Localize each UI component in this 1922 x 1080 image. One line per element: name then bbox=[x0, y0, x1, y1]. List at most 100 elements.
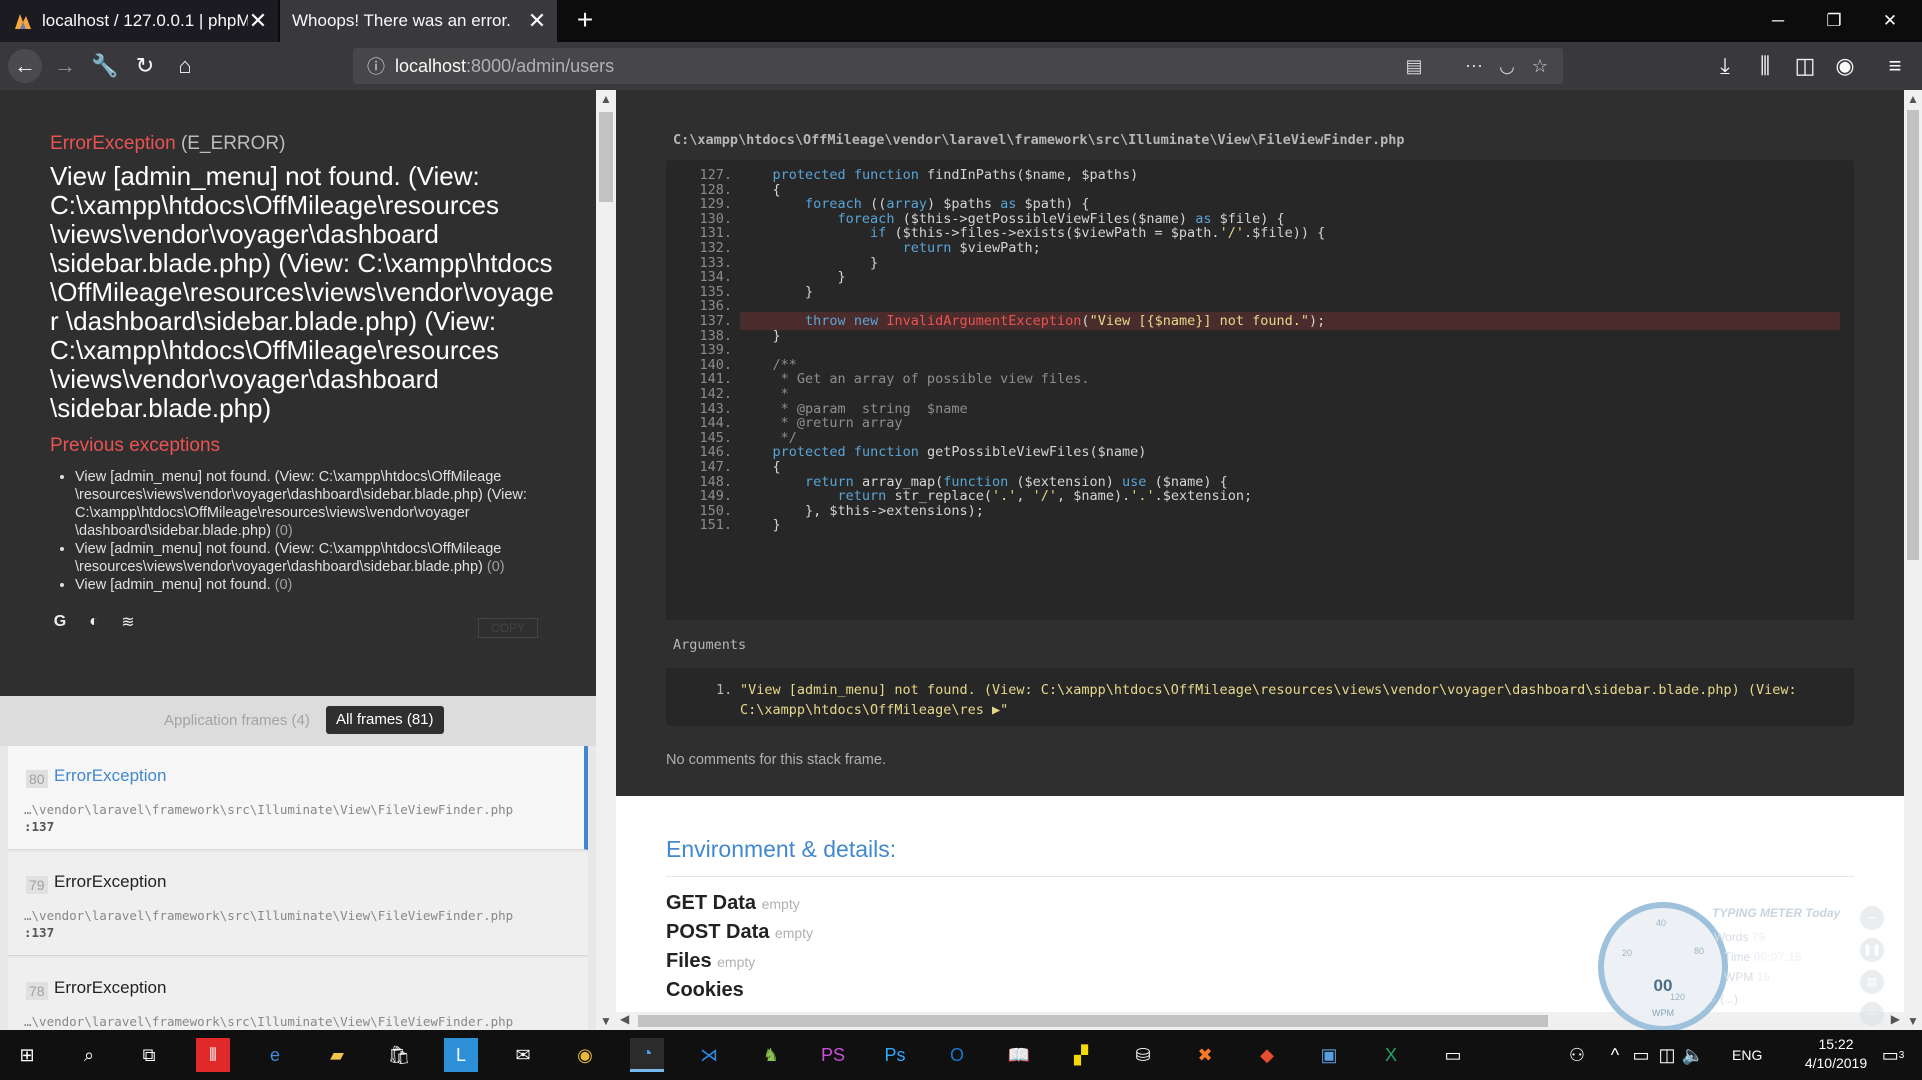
scroll-up-icon[interactable]: ▲ bbox=[1904, 92, 1922, 106]
volume-icon[interactable]: 🔈 bbox=[1682, 1038, 1704, 1072]
store-icon[interactable]: 🛍 bbox=[382, 1038, 416, 1072]
more-icon[interactable]: ⋯ bbox=[1860, 1002, 1884, 1026]
frame-file-path: C:\xampp\htdocs\OffMileage\vendor\larave… bbox=[673, 132, 1405, 148]
control-panel-icon[interactable]: ▣ bbox=[1312, 1038, 1346, 1072]
scroll-thumb[interactable] bbox=[1907, 110, 1919, 560]
stackoverflow-search-icon[interactable]: ≋ bbox=[118, 612, 138, 632]
reload-icon[interactable]: ↻ bbox=[128, 49, 162, 83]
left-scrollbar[interactable]: ▲ ▼ bbox=[596, 90, 616, 1030]
page-actions-icon[interactable]: ⋯ bbox=[1463, 55, 1485, 77]
library-icon[interactable]: ⫼ bbox=[1748, 49, 1782, 83]
clock[interactable]: 15:22 4/10/2019 bbox=[1798, 1035, 1874, 1073]
minimize-widget-icon[interactable]: ─ bbox=[1860, 906, 1884, 930]
google-search-icon[interactable]: G bbox=[50, 612, 70, 632]
argument-number: 1. bbox=[716, 682, 733, 698]
scroll-up-icon[interactable]: ▲ bbox=[596, 92, 616, 106]
typing-search[interactable]: ⌕ (...) bbox=[1710, 992, 1738, 1007]
bookmark-star-icon[interactable]: ☆ bbox=[1529, 55, 1551, 77]
terminal-icon[interactable]: ▭ bbox=[1436, 1038, 1470, 1072]
stack-frames-list: 80 ErrorException …\vendor\laravel\frame… bbox=[0, 746, 596, 1030]
wrench-icon[interactable]: 🔧 bbox=[88, 49, 122, 83]
window-close-icon[interactable]: ✕ bbox=[1862, 0, 1918, 42]
pause-icon[interactable]: ❚❚ bbox=[1860, 938, 1884, 962]
tray-chevron-icon[interactable]: ^ bbox=[1604, 1038, 1626, 1072]
l-app-icon[interactable]: L bbox=[444, 1038, 478, 1072]
all-frames-tab[interactable]: All frames (81) bbox=[326, 706, 444, 734]
arguments-box: 1. "View [admin_menu] not found. (View: … bbox=[666, 668, 1854, 726]
scroll-down-icon[interactable]: ▼ bbox=[1904, 1014, 1922, 1028]
back-icon[interactable]: ← bbox=[8, 49, 42, 83]
sticky-notes-icon[interactable]: ▞ bbox=[1064, 1038, 1098, 1072]
frame-class: ErrorException bbox=[54, 872, 167, 891]
app-icon[interactable]: ⦀ bbox=[196, 1038, 230, 1072]
frame-line: :137 bbox=[24, 819, 55, 834]
frame-path: …\vendor\laravel\framework\src\Illuminat… bbox=[24, 908, 514, 923]
xampp-icon[interactable]: ✖ bbox=[1188, 1038, 1222, 1072]
account-icon[interactable]: ◉ bbox=[1828, 49, 1862, 83]
scroll-thumb[interactable] bbox=[638, 1015, 1548, 1027]
duckduckgo-search-icon[interactable]: ◐ bbox=[84, 612, 104, 632]
restore-icon[interactable]: ❐ bbox=[1806, 0, 1862, 42]
scroll-down-icon[interactable]: ▼ bbox=[596, 1014, 616, 1028]
storage-icon[interactable]: ⛁ bbox=[1126, 1038, 1160, 1072]
start-icon[interactable]: ⊞ bbox=[10, 1038, 44, 1072]
new-tab-icon[interactable]: + bbox=[570, 6, 600, 36]
info-icon[interactable]: ⓘ bbox=[365, 55, 387, 77]
reader-view-icon[interactable]: ▤ bbox=[1403, 55, 1425, 77]
firefox-icon[interactable]: ◔ bbox=[630, 1038, 664, 1072]
stats-icon[interactable]: ▥ bbox=[1860, 970, 1884, 994]
typing-meter-widget: 20 40 80 120 00 WPM TYPING METER Today W… bbox=[1598, 902, 1890, 1032]
home-icon[interactable]: ⌂ bbox=[168, 49, 202, 83]
outlook-icon[interactable]: O bbox=[940, 1038, 974, 1072]
scroll-left-icon[interactable]: ◀ bbox=[620, 1012, 629, 1026]
pocket-icon[interactable]: ◡ bbox=[1496, 55, 1518, 77]
frame-number: 79 bbox=[26, 876, 48, 894]
close-tab-icon[interactable]: ✕ bbox=[527, 8, 547, 34]
task-view-icon[interactable]: ⧉ bbox=[132, 1038, 166, 1072]
url-text: localhost:8000/admin/users bbox=[395, 56, 615, 76]
downloads-icon[interactable]: ⤓ bbox=[1708, 49, 1742, 83]
frame-line: :137 bbox=[24, 925, 55, 940]
close-tab-icon[interactable]: ✕ bbox=[248, 8, 268, 34]
exception-summary: ErrorException (E_ERROR) View [admin_men… bbox=[0, 90, 596, 696]
vscode-icon[interactable]: ⋊ bbox=[692, 1038, 726, 1072]
sidebar-icon[interactable]: ◫ bbox=[1788, 49, 1822, 83]
people-icon[interactable]: ⚇ bbox=[1560, 1038, 1594, 1072]
stack-frame[interactable]: 78 ErrorException …\vendor\laravel\frame… bbox=[8, 958, 588, 1030]
tab-whoops[interactable]: Whoops! There was an error. ✕ bbox=[280, 0, 557, 42]
typing-meter-title: TYPING METER Today bbox=[1712, 906, 1841, 920]
stack-frame[interactable]: 80 ErrorException …\vendor\laravel\frame… bbox=[8, 746, 588, 850]
battery-icon[interactable]: ▭ bbox=[1630, 1038, 1652, 1072]
application-frames-tab[interactable]: Application frames (4) bbox=[164, 712, 310, 729]
tab-strip: localhost / 127.0.0.1 | phpMyAd ✕ Whoops… bbox=[0, 0, 1922, 42]
photoshop-icon[interactable]: Ps bbox=[878, 1038, 912, 1072]
search-icon[interactable]: ⌕ bbox=[72, 1038, 106, 1072]
scroll-thumb[interactable] bbox=[599, 112, 613, 202]
address-bar[interactable]: ⓘ localhost:8000/admin/users ▤ ⋯ ◡ ☆ bbox=[353, 48, 1563, 84]
frame-class: ErrorException bbox=[54, 978, 167, 997]
android-icon[interactable]: ♞ bbox=[754, 1038, 788, 1072]
stack-frame[interactable]: 79 ErrorException …\vendor\laravel\frame… bbox=[8, 852, 588, 956]
excel-icon[interactable]: X bbox=[1374, 1038, 1408, 1072]
file-explorer-icon[interactable]: ▰ bbox=[320, 1038, 354, 1072]
language-indicator[interactable]: ENG bbox=[1732, 1030, 1762, 1080]
chrome-icon[interactable]: ◉ bbox=[568, 1038, 602, 1072]
edge-icon[interactable]: e bbox=[258, 1038, 292, 1072]
frame-number: 80 bbox=[26, 770, 48, 788]
right-scrollbar[interactable]: ▲ ▼ bbox=[1904, 90, 1922, 1030]
notifications-icon[interactable]: ▭ 3 bbox=[1876, 1038, 1910, 1072]
minimize-icon[interactable]: ─ bbox=[1750, 0, 1806, 42]
mail-icon[interactable]: ✉ bbox=[506, 1038, 540, 1072]
network-icon[interactable]: ◫ bbox=[1656, 1038, 1678, 1072]
code-view: C:\xampp\htdocs\OffMileage\vendor\larave… bbox=[616, 90, 1904, 796]
phpstorm-icon[interactable]: PS bbox=[816, 1038, 850, 1072]
forward-icon[interactable]: → bbox=[48, 49, 82, 83]
git-icon[interactable]: ◆ bbox=[1250, 1038, 1284, 1072]
tab-phpmyadmin[interactable]: localhost / 127.0.0.1 | phpMyAd ✕ bbox=[0, 0, 278, 42]
copy-button[interactable]: COPY bbox=[478, 618, 538, 638]
reader-icon[interactable]: 📖 bbox=[1002, 1038, 1036, 1072]
argument-value[interactable]: "View [admin_menu] not found. (View: C:\… bbox=[740, 680, 1820, 720]
frame-path: …\vendor\laravel\framework\src\Illuminat… bbox=[24, 1014, 514, 1029]
menu-icon[interactable]: ≡ bbox=[1878, 49, 1912, 83]
scroll-right-icon[interactable]: ▶ bbox=[1891, 1012, 1900, 1026]
